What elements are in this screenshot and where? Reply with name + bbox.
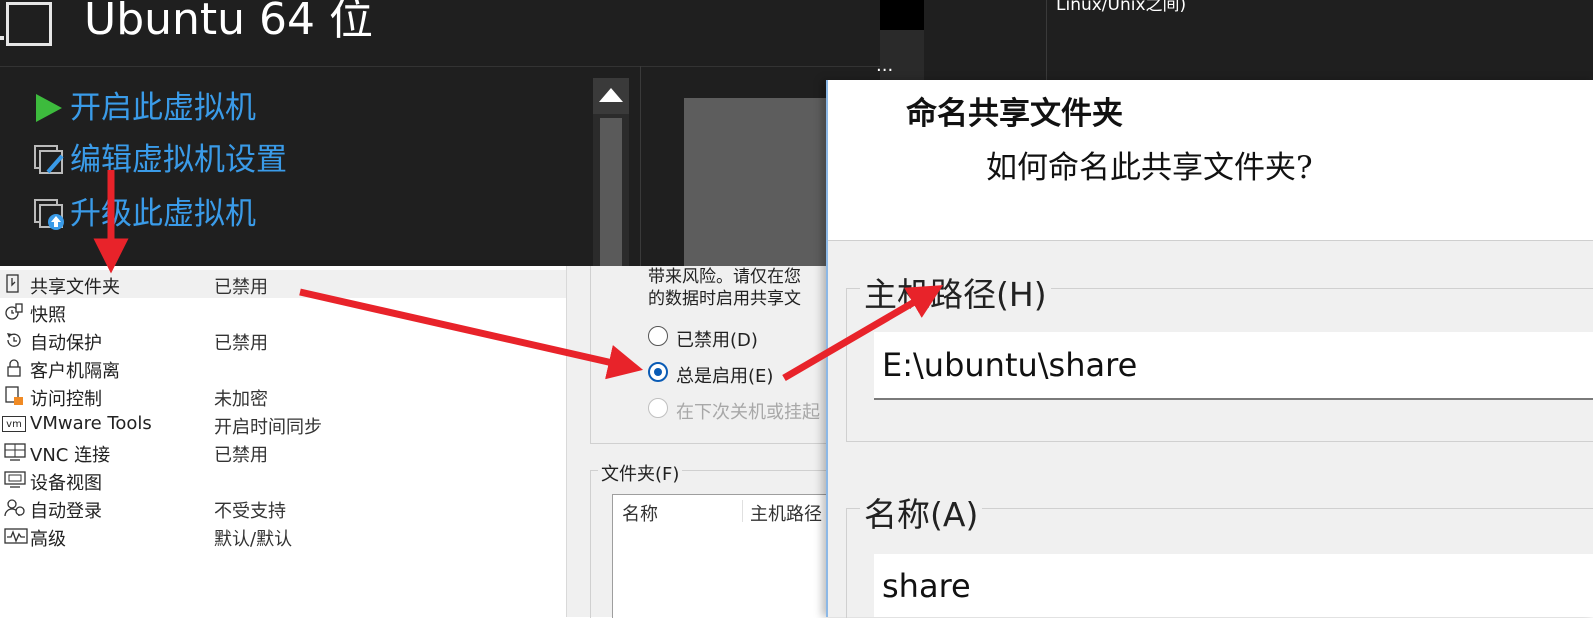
list-item-advanced[interactable]: 高级 默认/默认: [0, 522, 566, 550]
upgrade-icon: [34, 199, 64, 230]
radio-until-poweroff-label: 在下次关机或挂起: [676, 402, 820, 423]
list-item-label: VNC 连接: [30, 445, 111, 466]
arrow-up-icon: [599, 88, 623, 102]
wizard-subtitle: 如何命名此共享文件夹?: [986, 150, 1313, 186]
list-item-value: 不受支持: [214, 501, 286, 522]
list-item-label: 自动保护: [30, 333, 102, 354]
list-item-autoprotect[interactable]: 自动保护 已禁用: [0, 326, 566, 354]
vm-window-icon-tab: [0, 36, 4, 40]
list-item-value: 开启时间同步: [214, 417, 322, 438]
security-warning-text: 带来风险。请仅在您 的数据时启用共享文: [648, 266, 828, 310]
radio-always-enabled-label[interactable]: 总是启用(E): [676, 362, 773, 388]
upgrade-vm-label: 升级此虚拟机: [70, 196, 256, 232]
radio-always-enabled[interactable]: [648, 362, 668, 382]
name-input[interactable]: [874, 554, 1593, 617]
list-item-shared-folders[interactable]: 共享文件夹 已禁用: [0, 270, 566, 298]
list-item-value: 默认/默认: [214, 529, 293, 550]
auto-login-icon: [4, 498, 25, 518]
vm-icon: vm: [2, 416, 26, 432]
security-warning-line: 的数据时启用共享文: [648, 289, 801, 309]
group-border: [590, 266, 591, 444]
folders-group-label: 文件夹(F): [598, 460, 683, 486]
power-on-vm-label: 开启此虚拟机: [70, 90, 256, 126]
edit-settings-icon: [34, 145, 64, 174]
radio-disabled-label[interactable]: 已禁用(D): [676, 326, 758, 352]
vm-title: Ubuntu 64 位: [84, 0, 374, 45]
column-separator[interactable]: [742, 500, 743, 522]
vm-preview-thumbnail: [684, 98, 834, 266]
shared-folder-icon: [4, 274, 24, 294]
access-control-icon: [4, 386, 24, 406]
list-item-device-view[interactable]: 设备视图: [0, 466, 566, 494]
list-item-label: 共享文件夹: [30, 277, 120, 298]
background-window-divider: [1046, 0, 1047, 82]
scroll-thumb[interactable]: [600, 118, 622, 266]
vm-options-list: 共享文件夹 已禁用 快照 自动保护 已禁用 客户机隔离 访问控制 未加密 vm …: [0, 266, 566, 617]
radio-disabled[interactable]: [648, 326, 668, 346]
wizard-title: 命名共享文件夹: [906, 96, 1123, 132]
list-item-autologin[interactable]: 自动登录 不受支持: [0, 494, 566, 522]
advanced-icon: [4, 526, 28, 546]
list-item-value: 已禁用: [214, 277, 268, 298]
list-item-label: 客户机隔离: [30, 361, 120, 382]
list-item-vmware-tools[interactable]: vm VMware Tools 开启时间同步: [0, 410, 566, 438]
panel-divider: [640, 66, 641, 266]
name-label: 名称(A): [860, 488, 983, 536]
group-border: [590, 443, 828, 444]
column-header-name[interactable]: 名称: [622, 500, 658, 526]
list-item-vnc[interactable]: VNC 连接 已禁用: [0, 438, 566, 466]
device-view-icon: [4, 470, 26, 490]
list-item-value: 已禁用: [214, 333, 268, 354]
list-item-access-control[interactable]: 访问控制 未加密: [0, 382, 566, 410]
security-warning-line: 带来风险。请仅在您: [648, 267, 801, 287]
background-window: [924, 0, 1593, 82]
vnc-icon: [4, 442, 26, 462]
list-item-value: 未加密: [214, 389, 268, 410]
edit-vm-settings-label: 编辑虚拟机设置: [70, 142, 287, 178]
snapshot-icon: [4, 302, 24, 322]
host-path-label: 主机路径(H): [860, 268, 1051, 316]
background-window-text: Linux/Unix之间): [1056, 0, 1187, 15]
auto-protect-icon: [4, 330, 24, 350]
list-item-label: 设备视图: [30, 473, 102, 494]
overflow-indicator: ...: [876, 55, 894, 76]
list-item-label: 快照: [30, 305, 66, 326]
list-item-snapshots[interactable]: 快照: [0, 298, 566, 326]
lock-icon: [4, 358, 24, 378]
column-header-host-path[interactable]: 主机路径: [750, 500, 822, 526]
vm-window-icon: [6, 2, 52, 46]
scroll-up-button[interactable]: [593, 78, 629, 114]
list-item-value: 已禁用: [214, 445, 268, 466]
play-icon: [36, 94, 62, 122]
list-item-label: VMware Tools: [30, 413, 152, 434]
list-item-guest-isolation[interactable]: 客户机隔离: [0, 354, 566, 382]
host-path-input[interactable]: [874, 332, 1593, 400]
list-item-label: 自动登录: [30, 501, 102, 522]
background-strip-black: [880, 0, 924, 30]
list-item-label: 高级: [30, 529, 66, 550]
list-item-label: 访问控制: [30, 389, 102, 410]
radio-until-poweroff: [648, 398, 668, 418]
